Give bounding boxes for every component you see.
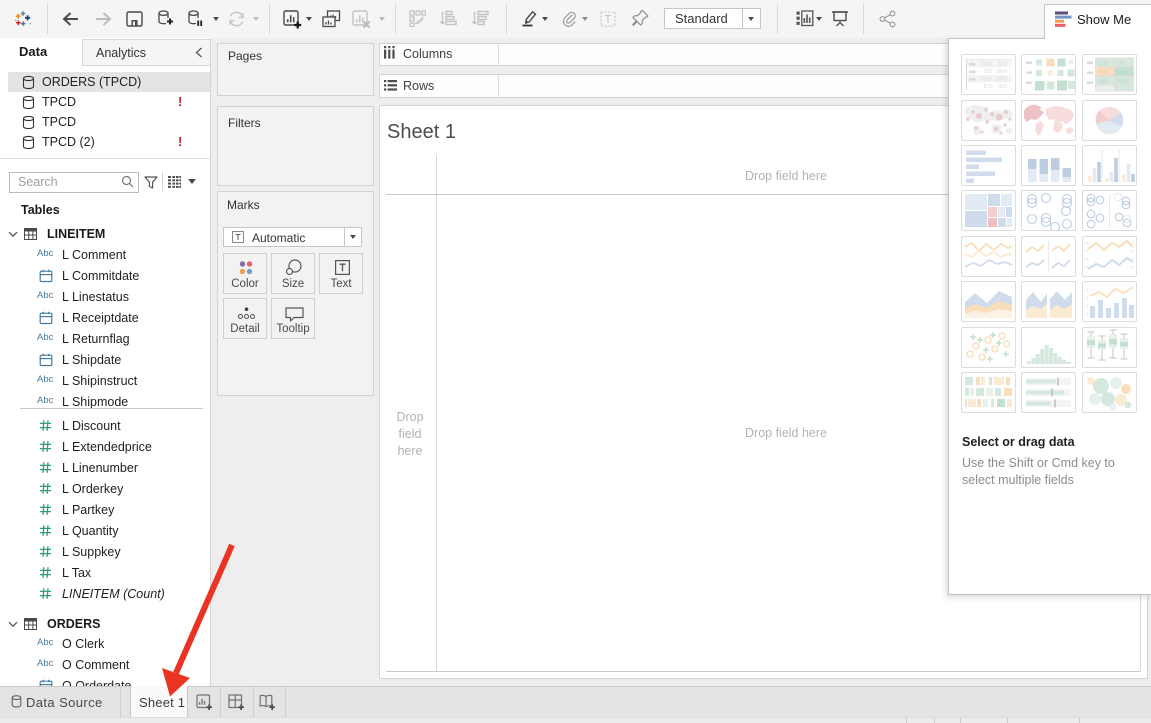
svg-text:10590: 10590	[1116, 79, 1130, 85]
svg-text:302: 302	[999, 84, 1008, 90]
svg-text:1234: 1234	[981, 61, 992, 67]
svg-text:2520: 2520	[981, 76, 992, 82]
svg-text:543: 543	[1117, 61, 1126, 67]
svg-text:2859: 2859	[996, 76, 1007, 82]
svg-text:153: 153	[984, 69, 993, 75]
svg-text:987: 987	[1117, 70, 1126, 76]
svg-text:2503: 2503	[1098, 79, 1109, 85]
svg-text:3004: 3004	[996, 69, 1007, 75]
svg-text:765: 765	[1098, 70, 1107, 76]
svg-text:571: 571	[984, 84, 993, 90]
svg-text:1234: 1234	[1098, 61, 1109, 67]
svg-text:573: 573	[999, 61, 1008, 67]
